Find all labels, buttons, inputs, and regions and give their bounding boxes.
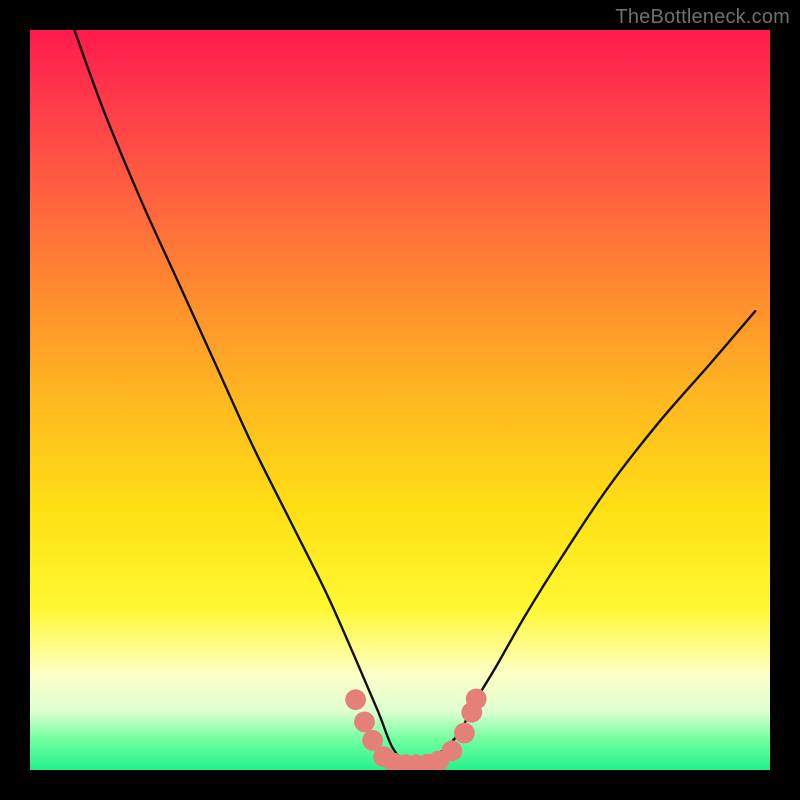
- watermark-text: TheBottleneck.com: [615, 6, 790, 29]
- curve-marker: [441, 740, 462, 761]
- curve-markers: [345, 689, 486, 770]
- curve-marker: [354, 712, 375, 733]
- chart-svg: [30, 30, 770, 770]
- curve-marker: [345, 689, 366, 710]
- curve-marker: [466, 689, 487, 710]
- bottleneck-curve: [74, 30, 755, 764]
- chart-frame: TheBottleneck.com: [0, 0, 800, 800]
- curve-marker: [454, 723, 475, 744]
- plot-area: [30, 30, 770, 770]
